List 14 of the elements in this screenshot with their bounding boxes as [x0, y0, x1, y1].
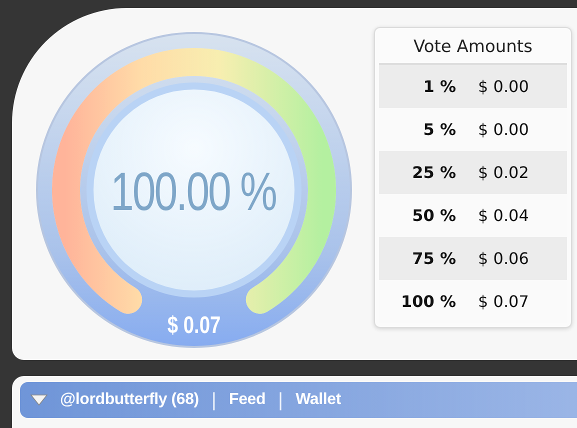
separator: | [278, 390, 284, 410]
percent-cell-text: 25 % [411, 162, 457, 184]
percent-cell-text: 5 % [422, 119, 457, 141]
gauge-value: $ 0.07 [167, 310, 221, 339]
separator: | [210, 390, 217, 410]
percent-cell-text: 1 % [422, 76, 457, 98]
nav-link[interactable]: Feed [229, 391, 266, 409]
caret-icon[interactable] [30, 394, 48, 406]
percent-cell-text: 100 % [400, 291, 457, 313]
percent-cell-text: 50 % [411, 205, 457, 227]
nav-link[interactable]: Wallet [296, 391, 341, 409]
percent-cell-text: 75 % [411, 248, 457, 270]
gauge-percent: 100.00 % [110, 162, 278, 222]
nav-link[interactable]: @lordbutterfly (68) [60, 391, 199, 409]
